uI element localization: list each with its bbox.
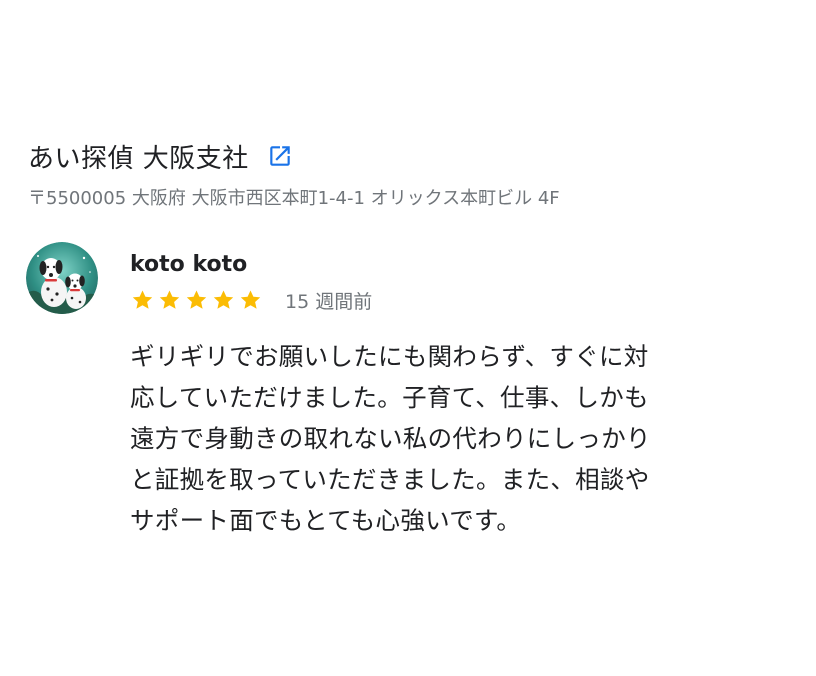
place-title: あい探偵 大阪支社 — [28, 143, 249, 174]
star-icon — [238, 288, 263, 312]
star-icon — [184, 288, 209, 312]
place-title-row: あい探偵 大阪支社 — [28, 138, 788, 174]
review-text-line: サポート面でもとても心強いです。 — [130, 506, 522, 535]
dalmatian-avatar-icon — [26, 242, 98, 314]
review-date: 15 週間前 — [285, 290, 373, 313]
place-address: 〒5500005 大阪府 大阪市西区本町1-4-1 オリックス本町ビル 4F — [28, 188, 560, 209]
place-header: あい探偵 大阪支社 〒5500005 大阪府 大阪市西区本町1-4-1 オリック… — [28, 138, 788, 210]
reviewer-avatar[interactable] — [26, 242, 98, 314]
star-rating — [130, 288, 265, 312]
star-icon — [211, 288, 236, 312]
reviewer-name[interactable]: koto koto — [130, 250, 750, 280]
rating-row: 15 週間前 — [130, 286, 750, 314]
star-icon — [130, 288, 155, 312]
review-body: koto koto 15 週間前 ギリギリでお願いしたにも関わらず、すぐに対 応… — [130, 250, 750, 541]
external-link-icon[interactable] — [267, 143, 293, 169]
review-text-line: 遠方で身動きの取れない私の代わりにしっかり — [130, 424, 651, 453]
review-text-line: 応していただけました。子育て、仕事、しかも — [130, 383, 649, 412]
star-icon — [157, 288, 182, 312]
review-text-line: ギリギリでお願いしたにも関わらず、すぐに対 — [130, 342, 649, 371]
review-text-line: と証拠を取っていただきました。また、相談や — [130, 465, 650, 494]
review-text: ギリギリでお願いしたにも関わらず、すぐに対 応していただけました。子育て、仕事、… — [130, 336, 730, 541]
